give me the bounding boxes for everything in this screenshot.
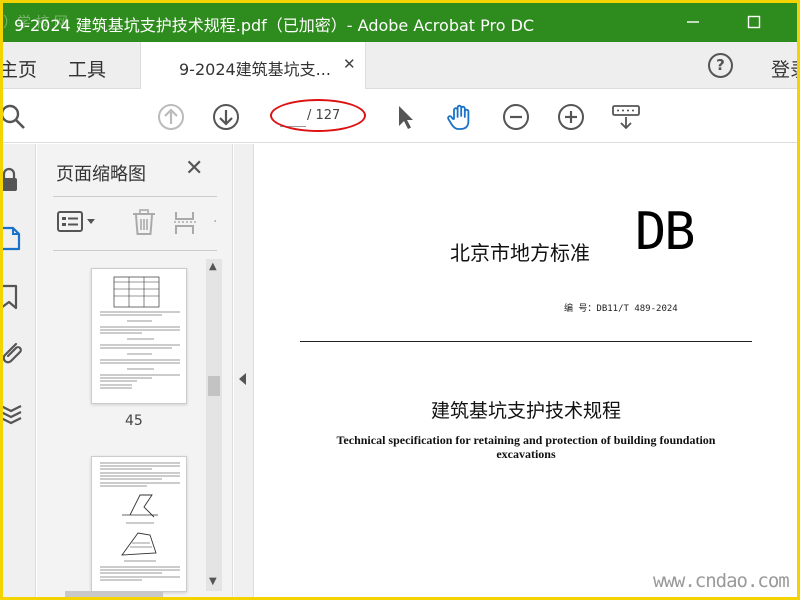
tab-document-label: 9-2024建筑基坑支...	[179, 60, 331, 79]
window-title: 9-2024 建筑基坑支护技术规程.pdf（已加密）- Adobe Acroba…	[14, 16, 535, 35]
panel-collapse-strip[interactable]	[234, 144, 254, 597]
page-thumbnails-panel: 页面缩略图 ✕ · 45 ▲ ▼	[37, 144, 233, 597]
thumbnail-horizontal-scrollbar[interactable]	[53, 591, 203, 597]
zoom-out-icon[interactable]	[502, 103, 530, 131]
horizontal-scrollbar-thumb[interactable]	[65, 591, 163, 597]
more-tools-indicator: ·	[213, 214, 218, 230]
page-thumbnail-preview	[100, 462, 180, 581]
document-title-en: Technical specification for retaining an…	[336, 433, 716, 461]
close-panel-icon[interactable]: ✕	[185, 156, 203, 181]
help-icon[interactable]: ?	[708, 53, 733, 78]
scroll-down-icon[interactable]: ▼	[209, 576, 217, 587]
maximize-icon	[747, 15, 761, 29]
annotation-circle	[270, 99, 366, 132]
page-thumbnail[interactable]	[91, 456, 187, 592]
document-code: 编 号：DB11/T 489-2024	[564, 304, 678, 314]
tab-bar: 主页 工具 9-2024建筑基坑支... ✕ ? 登录	[3, 42, 797, 89]
lock-icon[interactable]	[3, 167, 29, 193]
layers-icon[interactable]	[3, 400, 29, 426]
thumbnail-options-icon[interactable]	[56, 208, 100, 236]
close-tab-icon[interactable]: ✕	[343, 55, 356, 73]
scroll-up-icon[interactable]: ▲	[209, 261, 217, 272]
minimize-icon	[687, 21, 699, 23]
keyboard-download-icon[interactable]	[611, 103, 641, 131]
bookmark-icon[interactable]	[3, 284, 29, 310]
page-thumbnail-preview	[100, 276, 180, 389]
scrollbar-thumb[interactable]	[208, 376, 220, 396]
maximize-button[interactable]	[739, 11, 769, 33]
site-watermark: www.cndao.com	[653, 570, 790, 592]
page-thumbnail[interactable]	[91, 268, 187, 404]
document-divider	[300, 341, 752, 342]
acrobat-window: ）学 校 网 9-2024 建筑基坑支护技术规程.pdf（已加密）- Adobe…	[3, 3, 797, 597]
hand-tool-icon[interactable]	[446, 103, 474, 131]
panel-title: 页面缩略图	[56, 164, 146, 185]
attachment-icon[interactable]	[3, 340, 29, 366]
main-toolbar: / 127	[3, 90, 797, 143]
document-title-cn: 建筑基坑支护技术规程	[430, 400, 621, 422]
document-db-mark: DB	[635, 202, 696, 262]
document-standard-label: 北京市地方标准	[450, 241, 590, 265]
page-thumbnails-icon[interactable]	[3, 225, 29, 251]
collapse-arrow-icon[interactable]	[239, 373, 246, 385]
title-bar: ）学 校 网 9-2024 建筑基坑支护技术规程.pdf（已加密）- Adobe…	[3, 3, 797, 42]
zoom-in-icon[interactable]	[557, 103, 585, 131]
tab-document[interactable]: 9-2024建筑基坑支... ✕	[140, 42, 366, 89]
panel-divider	[53, 250, 217, 251]
thumbnail-scrollbar[interactable]: ▲ ▼	[206, 259, 222, 591]
previous-page-icon[interactable]	[157, 103, 185, 131]
tab-home[interactable]: 主页	[3, 55, 37, 82]
delete-page-icon[interactable]	[131, 208, 157, 236]
panel-divider	[53, 196, 217, 197]
select-tool-icon[interactable]	[391, 103, 419, 131]
page-thumbnail-number: 45	[125, 413, 143, 429]
minimize-button[interactable]	[678, 11, 708, 33]
next-page-icon[interactable]	[212, 103, 240, 131]
left-icon-rail	[3, 144, 36, 597]
extract-page-icon[interactable]	[173, 208, 199, 236]
search-icon[interactable]	[3, 103, 27, 131]
document-view[interactable]: 北京市地方标准 DB 编 号：DB11/T 489-2024 建筑基坑支护技术规…	[255, 144, 797, 597]
login-link[interactable]: 登录	[771, 55, 797, 82]
tab-tools[interactable]: 工具	[68, 55, 106, 82]
